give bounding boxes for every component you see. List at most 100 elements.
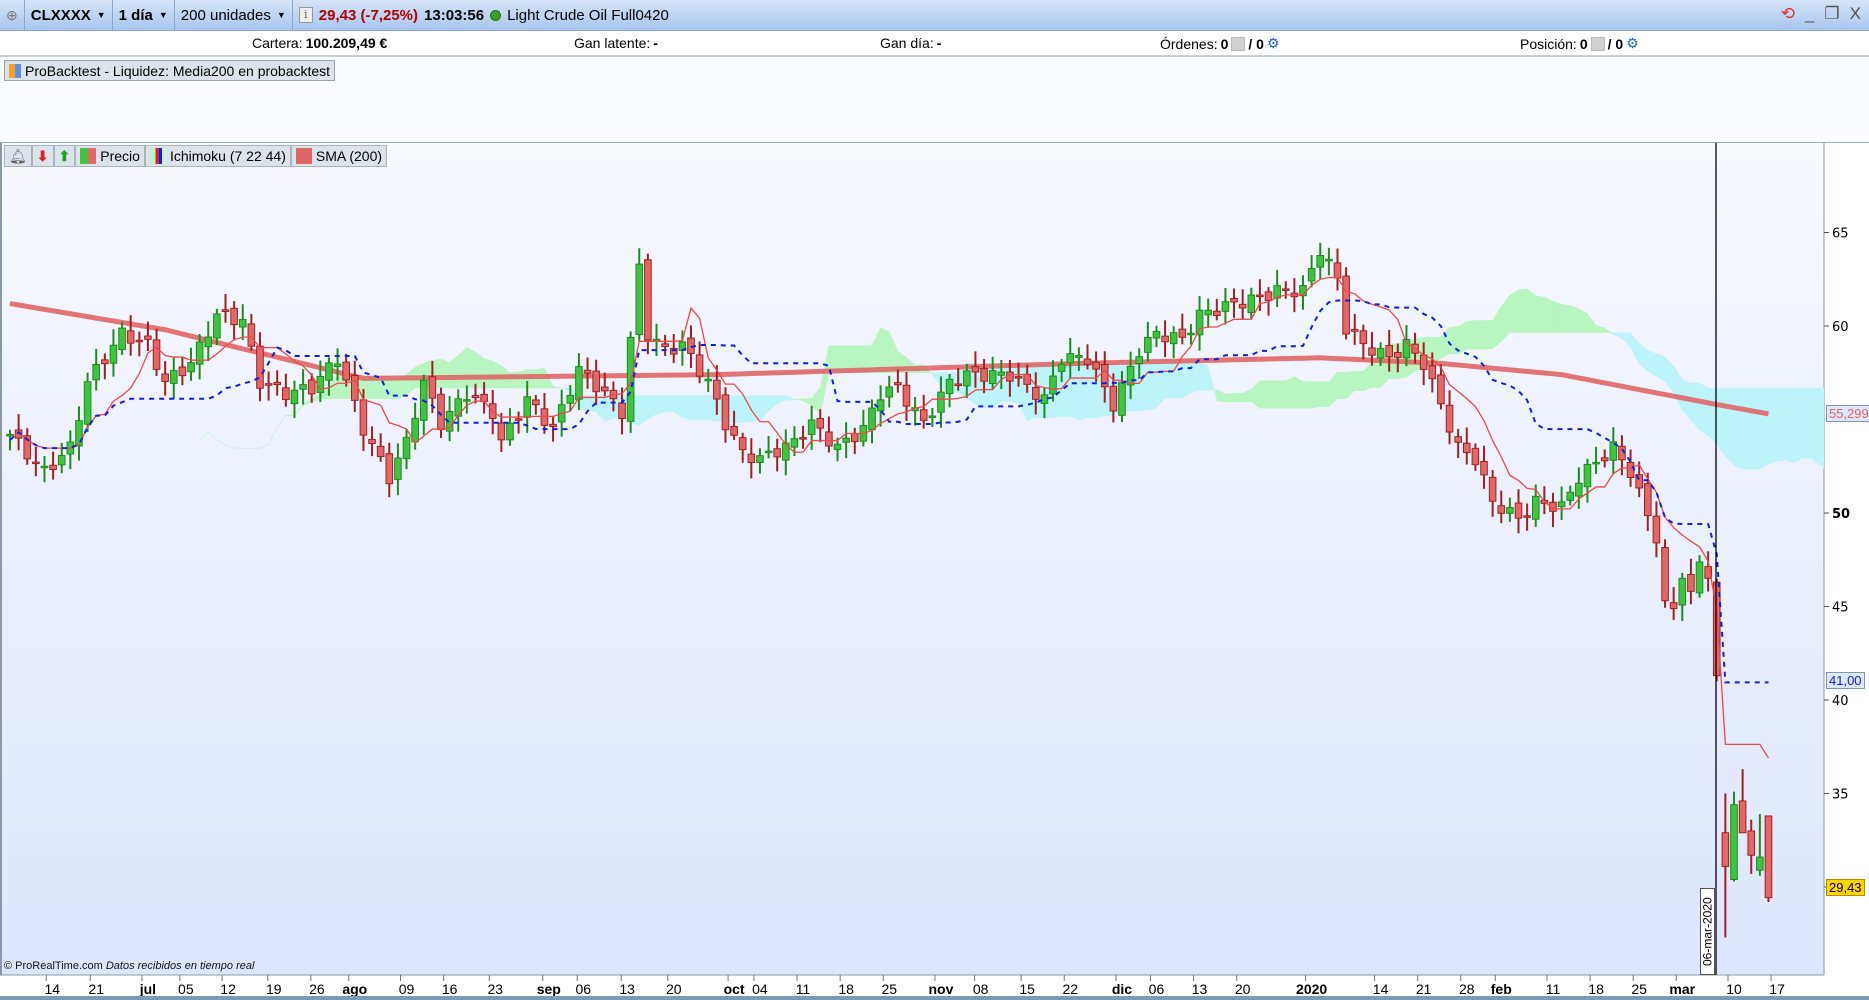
alert-button[interactable]: 🔔︎ xyxy=(4,145,32,167)
x-tick-label: 13 xyxy=(619,981,635,997)
legend-sma[interactable]: SMA (200) xyxy=(290,145,388,167)
ichimoku-cloud-segment xyxy=(1087,363,1097,419)
candle-body xyxy=(730,426,738,436)
minimize-icon[interactable]: _ xyxy=(1805,4,1814,24)
candle-body xyxy=(532,399,540,406)
x-tick-label: oct xyxy=(724,981,745,997)
candle-body xyxy=(1523,515,1531,518)
ichimoku-cloud-segment xyxy=(1768,387,1778,465)
ichimoku-cloud-segment xyxy=(1518,288,1528,333)
legend-precio-label: Precio xyxy=(100,148,140,164)
gan-dia-value: - xyxy=(936,35,942,51)
ichimoku-cloud-segment xyxy=(1759,387,1769,470)
candle-body xyxy=(1514,502,1523,519)
candle-body xyxy=(1738,800,1747,834)
candle-body xyxy=(825,431,833,447)
x-tick-label: 25 xyxy=(881,981,897,997)
candle-body xyxy=(1359,330,1368,345)
candle xyxy=(644,253,652,355)
candle-body xyxy=(1014,376,1023,379)
x-tick-label: 15 xyxy=(1019,981,1035,997)
bottom-scrollbar[interactable] xyxy=(0,996,1869,1000)
timeframe-dropdown[interactable]: 1 día ▼ xyxy=(113,0,175,31)
legend-ichimoku-label: Ichimoku (7 22 44) xyxy=(169,148,286,164)
ichimoku-cloud-segment xyxy=(483,358,493,389)
candle-body xyxy=(1187,332,1195,336)
candle-body xyxy=(1566,491,1575,501)
ichimoku-cloud-segment xyxy=(1750,387,1761,470)
x-tick-label: jul xyxy=(139,981,156,997)
x-tick-label: 17 xyxy=(1769,981,1785,997)
candle-body xyxy=(247,323,256,347)
ichimoku-cloud-segment xyxy=(656,395,666,415)
ichimoku-cloud-segment xyxy=(1811,387,1821,466)
candle-body xyxy=(1238,303,1247,309)
ichimoku-cloud-segment xyxy=(880,327,890,373)
candle-body xyxy=(368,438,376,445)
candle-body xyxy=(1368,347,1376,356)
sma-value-label: 55,299 xyxy=(1826,405,1869,422)
candle-body xyxy=(497,422,506,441)
candle-body xyxy=(1575,482,1583,497)
cancel-orders-icon[interactable] xyxy=(1231,36,1246,51)
ichimoku-cloud-segment xyxy=(664,395,674,413)
gan-latente-label: Gan latente: xyxy=(574,35,651,51)
x-tick-label: 12 xyxy=(220,981,236,997)
candle-body xyxy=(1040,394,1049,404)
ichimoku-cloud-segment xyxy=(1285,376,1295,409)
x-tick-label: 06 xyxy=(575,981,591,997)
legend-precio[interactable]: Precio xyxy=(75,145,145,167)
units-dropdown[interactable]: 200 unidades ▼ xyxy=(175,0,293,31)
candle-body xyxy=(1687,574,1695,592)
x-tick-label: 20 xyxy=(1235,981,1251,997)
legend-ichimoku[interactable]: Ichimoku (7 22 44) xyxy=(144,145,291,167)
link-button[interactable]: ⊕ xyxy=(0,0,25,31)
x-tick-label: 28 xyxy=(1459,981,1475,997)
ichimoku-cloud-segment xyxy=(1001,363,1011,403)
symbol-dropdown[interactable]: CLXXXX ▼ xyxy=(25,0,113,31)
candle-body xyxy=(1531,495,1540,520)
candle-body xyxy=(351,374,359,401)
candle-body xyxy=(1144,336,1152,353)
candle-body xyxy=(988,370,997,385)
candle-body xyxy=(1506,507,1514,514)
buy-button[interactable]: ⬆ xyxy=(53,145,76,167)
candle-body xyxy=(1756,856,1764,871)
candle-body xyxy=(57,454,66,466)
backtest-label[interactable]: ProBacktest - Liquidez: Media200 en prob… xyxy=(4,60,336,81)
candle-body xyxy=(144,335,152,340)
candle-body xyxy=(480,393,488,402)
close-position-icon[interactable] xyxy=(1590,36,1605,51)
x-tick-label: 20 xyxy=(666,981,682,997)
symbol-label: CLXXXX xyxy=(30,6,91,24)
ichimoku-cloud-segment xyxy=(1302,381,1312,409)
candle-body xyxy=(126,330,135,344)
x-tick-label: 25 xyxy=(1631,981,1647,997)
footer-brand: © ProRealTime.com xyxy=(4,960,103,972)
refresh-icon[interactable]: ⟲ xyxy=(1781,4,1795,24)
x-tick-label: 2020 xyxy=(1296,981,1327,997)
gear-icon[interactable]: ⚙ xyxy=(1267,35,1280,52)
x-tick-label: 22 xyxy=(1062,981,1078,997)
gear-icon[interactable]: ⚙ xyxy=(1626,35,1639,52)
candle-body xyxy=(1213,310,1221,316)
sma-swatch xyxy=(295,148,312,164)
ichimoku-cloud-segment xyxy=(604,395,614,422)
x-tick-label: 04 xyxy=(752,981,768,997)
ichimoku-cloud-segment xyxy=(1535,295,1545,333)
candle-body xyxy=(1049,375,1057,395)
sell-button[interactable]: ⬇ xyxy=(31,145,54,167)
info-icon[interactable]: i xyxy=(298,7,313,23)
x-tick-label: 23 xyxy=(488,981,504,997)
candle-body xyxy=(1661,547,1669,602)
restore-icon[interactable]: ❐ xyxy=(1824,4,1839,24)
candle-body xyxy=(1350,328,1359,332)
candle-body xyxy=(264,383,273,386)
candle-body xyxy=(575,366,583,400)
ichimoku-cloud-segment xyxy=(1466,320,1476,350)
bell-icon: 🔔︎ xyxy=(9,147,27,164)
ichimoku-cloud-segment xyxy=(1259,380,1269,409)
close-icon[interactable]: X xyxy=(1850,4,1861,24)
candle-body xyxy=(1764,815,1773,899)
candle-body xyxy=(471,395,480,399)
